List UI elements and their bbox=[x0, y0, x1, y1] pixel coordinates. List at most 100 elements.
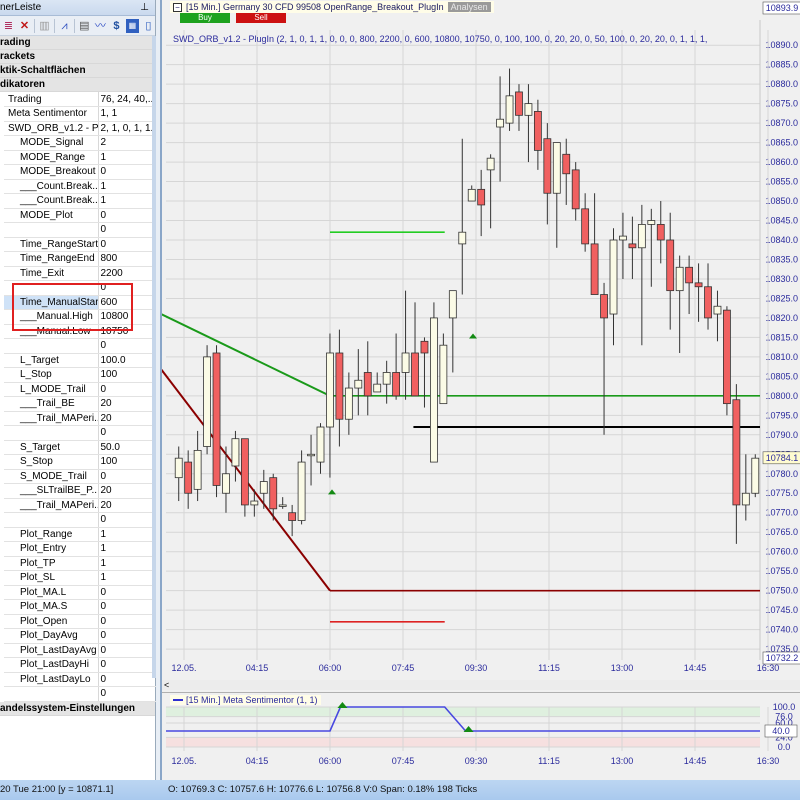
candle-bullish[interactable] bbox=[496, 118, 504, 128]
candle-bearish[interactable] bbox=[288, 512, 297, 521]
property-value[interactable]: 0 bbox=[98, 585, 156, 600]
panel-icon[interactable]: ▯ bbox=[142, 19, 155, 33]
group-brackets[interactable]: rackets bbox=[0, 50, 155, 64]
property-value[interactable]: 0 bbox=[98, 599, 156, 615]
candle-bearish[interactable] bbox=[515, 91, 523, 116]
property-row[interactable]: 0 bbox=[4, 686, 156, 702]
candle-bullish[interactable] bbox=[278, 504, 287, 507]
candle-bullish[interactable] bbox=[524, 103, 533, 116]
candle-bearish[interactable] bbox=[694, 282, 703, 288]
candle-bearish[interactable] bbox=[411, 352, 419, 397]
property-value[interactable]: 1, 1 bbox=[98, 106, 156, 122]
candle-bearish[interactable] bbox=[543, 138, 552, 194]
candle-bearish[interactable] bbox=[656, 224, 665, 241]
property-value[interactable]: 0 bbox=[98, 237, 156, 252]
analysen-button[interactable]: Analysen bbox=[447, 2, 491, 12]
candle-bullish[interactable] bbox=[316, 426, 325, 463]
property-value[interactable]: 800 bbox=[98, 251, 156, 267]
indicator-icon[interactable]: ▦ bbox=[125, 18, 139, 33]
scroll-left-icon[interactable]: < bbox=[164, 680, 169, 690]
candle-bearish[interactable] bbox=[562, 153, 571, 175]
candle-bearish[interactable] bbox=[723, 309, 731, 405]
property-row[interactable]: Plot_LastDayHi 0 bbox=[4, 657, 156, 673]
candle-bullish[interactable] bbox=[486, 157, 495, 171]
candle-bullish[interactable] bbox=[174, 457, 183, 479]
property-value[interactable]: 0 bbox=[98, 222, 156, 238]
property-row[interactable]: MODE_Plot 0 bbox=[4, 208, 156, 223]
property-value[interactable]: 2 bbox=[98, 135, 156, 151]
delete-icon[interactable]: ✕ bbox=[18, 19, 31, 33]
property-row[interactable]: SWD_ORB_v1.2 - Pl...2, 1, 0, 1, 1... bbox=[4, 121, 156, 136]
property-value[interactable]: 76, 24, 40,... bbox=[98, 92, 156, 107]
candle-bullish[interactable] bbox=[401, 352, 410, 373]
property-row[interactable]: Time_RangeStart 0 bbox=[4, 237, 156, 252]
property-value[interactable]: 0 bbox=[98, 382, 156, 397]
property-row[interactable]: S_Target 50.0 bbox=[4, 440, 156, 455]
candle-bearish[interactable] bbox=[240, 438, 249, 506]
property-value[interactable]: 100.0 bbox=[98, 353, 156, 368]
property-row[interactable]: Meta Sentimentor 1, 1 bbox=[4, 106, 156, 122]
property-value[interactable]: 100 bbox=[98, 367, 156, 383]
candle-bearish[interactable] bbox=[685, 266, 694, 284]
property-value[interactable]: 1 bbox=[98, 556, 156, 571]
candle-bullish[interactable] bbox=[619, 235, 627, 241]
candle-bearish[interactable] bbox=[628, 243, 637, 249]
sentimentor-chart[interactable]: 100.076.060.024.00.012.05. 04:15 06:00 07:4… bbox=[162, 693, 800, 781]
candle-bullish[interactable] bbox=[307, 453, 315, 457]
property-value[interactable]: 0 bbox=[98, 512, 156, 528]
property-row[interactable]: Plot_MA.S 0 bbox=[4, 599, 156, 615]
property-row[interactable]: Time_RangeEnd 800 bbox=[4, 251, 156, 267]
property-row[interactable]: Plot_MA.L 0 bbox=[4, 585, 156, 600]
property-row[interactable]: 0 bbox=[4, 222, 156, 238]
property-value[interactable]: 1 bbox=[98, 179, 156, 194]
candle-bullish[interactable] bbox=[373, 383, 382, 393]
property-value[interactable]: 0 bbox=[98, 469, 156, 484]
property-value[interactable]: 1 bbox=[98, 150, 156, 165]
candle-bullish[interactable] bbox=[382, 372, 391, 385]
candle-bullish[interactable] bbox=[297, 461, 306, 521]
candle-bearish[interactable] bbox=[477, 188, 486, 206]
property-row[interactable]: 0 bbox=[4, 425, 156, 441]
property-row[interactable]: Plot_LastDayAvg 0 bbox=[4, 643, 156, 658]
property-row[interactable]: Plot_LastDayLo 0 bbox=[4, 672, 156, 687]
candle-bullish[interactable] bbox=[259, 481, 268, 494]
list-icon[interactable]: ≣ bbox=[2, 19, 15, 33]
property-row[interactable]: MODE_Range 1 bbox=[4, 150, 156, 165]
property-value[interactable]: 0 bbox=[98, 686, 156, 702]
property-value[interactable]: 100 bbox=[98, 454, 156, 470]
group-indicators[interactable]: dikatoren bbox=[0, 78, 155, 92]
property-value[interactable]: 20 bbox=[98, 483, 156, 499]
property-row[interactable]: Plot_DayAvg 0 bbox=[4, 628, 156, 644]
candle-bearish[interactable] bbox=[269, 477, 278, 510]
property-row[interactable]: L_Target 100.0 bbox=[4, 353, 156, 368]
candle-bullish[interactable] bbox=[439, 344, 448, 405]
property-value[interactable]: 1 bbox=[98, 570, 156, 586]
print-icon[interactable]: ▤ bbox=[78, 19, 91, 33]
property-value[interactable]: 0 bbox=[98, 208, 156, 223]
property-value[interactable]: 2, 1, 0, 1, 1... bbox=[98, 121, 156, 136]
candle-bullish[interactable] bbox=[448, 290, 457, 319]
candle-bullish[interactable] bbox=[467, 188, 476, 202]
candle-bearish[interactable] bbox=[704, 286, 712, 319]
property-row[interactable]: 0 bbox=[4, 512, 156, 528]
sell-button[interactable]: Sell bbox=[236, 13, 286, 23]
line-chart-icon[interactable]: 〰 bbox=[94, 19, 107, 33]
horizontal-scrollbar[interactable]: < bbox=[162, 680, 800, 690]
property-value[interactable]: 0 bbox=[98, 425, 156, 441]
property-row[interactable]: Plot_Entry 1 bbox=[4, 541, 156, 557]
candle-bearish[interactable] bbox=[363, 372, 372, 397]
group-trading[interactable]: rading bbox=[0, 36, 155, 50]
candle-bullish[interactable] bbox=[430, 317, 438, 463]
property-value[interactable]: 0 bbox=[98, 672, 156, 687]
candle-bullish[interactable] bbox=[250, 500, 259, 506]
property-value[interactable]: 0 bbox=[98, 628, 156, 644]
property-value[interactable]: 1 bbox=[98, 541, 156, 557]
candle-bullish[interactable] bbox=[637, 224, 646, 249]
property-row[interactable]: Time_Exit 2200 bbox=[4, 266, 156, 281]
property-value[interactable]: 20 bbox=[98, 498, 156, 513]
property-row[interactable]: MODE_Breakout 0 bbox=[4, 164, 156, 180]
candle-bearish[interactable] bbox=[212, 352, 221, 486]
property-row[interactable]: 0 bbox=[4, 338, 156, 354]
candle-bullish[interactable] bbox=[231, 438, 240, 467]
candle-bearish[interactable] bbox=[533, 111, 542, 151]
